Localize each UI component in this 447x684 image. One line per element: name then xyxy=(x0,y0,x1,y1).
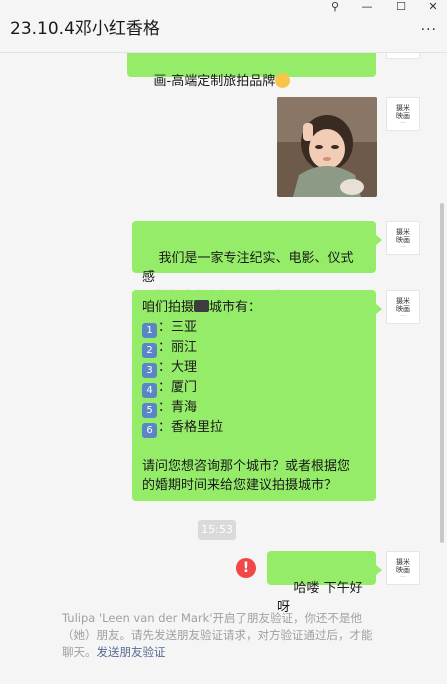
city-list-item: 2 ：丽江 xyxy=(142,338,366,358)
city-name: ：丽江 xyxy=(158,339,198,355)
avatar-text: —— xyxy=(400,244,406,248)
clapperboard-emoji-icon xyxy=(194,300,210,312)
friend-verification-notice: Tulipa 'Leen van der Mark'开启了朋友验证，你还不是他（… xyxy=(62,610,382,661)
avatar-text: 映画 xyxy=(396,305,410,313)
keycap-2-icon: 2 xyxy=(142,342,157,358)
keycap-5-icon: 5 xyxy=(142,402,157,418)
avatar-text: 摄米 xyxy=(396,104,410,112)
chat-title: 23.10.4邓小红香格 xyxy=(10,19,160,39)
city-list-item: 5 ：青海 xyxy=(142,398,366,418)
more-options-icon[interactable]: ··· xyxy=(421,22,437,38)
avatar-text: 摄米 xyxy=(396,228,410,236)
title-bar: 23.10.4邓小红香格 ⚲ — ☐ ✕ ··· xyxy=(0,0,447,53)
message-intro: 咱们拍摄 城市有： xyxy=(142,298,366,318)
message-bubble[interactable]: 画-高端定制旅拍品牌 xyxy=(127,53,376,89)
smile-emoji-icon xyxy=(275,72,291,88)
avatar-text: 摄米 xyxy=(396,558,410,566)
keycap-4-icon: 4 xyxy=(142,382,157,398)
message-bubble[interactable]: 我们是一家专注纪实、电影、仪式感 风格的定制化摄影工作室 xyxy=(132,221,382,305)
keycap-6-icon: 6 xyxy=(142,422,157,438)
avatar[interactable] xyxy=(386,53,420,59)
avatar-text: 映画 xyxy=(396,112,410,120)
city-name: ：厦门 xyxy=(158,379,198,395)
timestamp: 15:53 xyxy=(198,520,236,540)
avatar-text: 映画 xyxy=(396,236,410,244)
city-name: ：三亚 xyxy=(158,319,198,335)
city-list-item: 1 ：三亚 xyxy=(142,318,366,338)
message-text: 请问您想咨询那个城市？或者根据您 的婚期时间来给您建议拍摄城市？ xyxy=(142,458,351,494)
city-name: ：香格里拉 xyxy=(158,419,224,435)
maximize-icon[interactable]: ☐ xyxy=(390,0,412,14)
keycap-3-icon: 3 xyxy=(142,362,157,378)
city-name: ：青海 xyxy=(158,399,198,415)
message-bubble[interactable]: 哈喽 下午好呀 xyxy=(267,551,382,615)
keycap-1-icon: 1 xyxy=(142,322,157,338)
close-icon[interactable]: ✕ xyxy=(422,0,444,14)
avatar[interactable]: 摄米 映画 —— xyxy=(386,221,420,255)
minimize-icon[interactable]: — xyxy=(356,0,378,14)
city-list-item: 3 ：大理 xyxy=(142,358,366,378)
avatar[interactable]: 摄米 映画 —— xyxy=(386,97,420,131)
message-text: 画-高端定制旅拍品牌 xyxy=(153,73,276,89)
child-photo-image xyxy=(277,97,377,197)
avatar-text: 映画 xyxy=(396,566,410,574)
city-list-item: 6 ：香格里拉 xyxy=(142,418,366,438)
avatar[interactable]: 摄米 映画 —— xyxy=(386,551,420,585)
avatar-text: 摄米 xyxy=(396,297,410,305)
photo-message[interactable] xyxy=(277,97,377,197)
pin-icon[interactable]: ⚲ xyxy=(324,0,346,14)
avatar-text: —— xyxy=(400,120,406,124)
chat-area[interactable]: 画-高端定制旅拍品牌 摄米 映画 —— 我们是一家专注纪实、电影、仪式感 风格的… xyxy=(0,53,447,684)
message-text: 咱们拍摄 xyxy=(142,300,195,315)
send-failed-icon[interactable]: ! xyxy=(236,558,256,578)
avatar-text: —— xyxy=(400,574,406,578)
scrollbar[interactable] xyxy=(440,203,444,543)
avatar-text: —— xyxy=(400,313,406,317)
city-name: ：大理 xyxy=(158,359,198,375)
avatar[interactable]: 摄米 映画 —— xyxy=(386,290,420,324)
city-list-item: 4 ：厦门 xyxy=(142,378,366,398)
message-bubble[interactable]: 咱们拍摄 城市有： 1 ：三亚 2 ：丽江 3 ：大理 4 ：厦门 5 ：青海 6 ：香格里拉… xyxy=(132,290,382,501)
send-verification-link[interactable]: 发送朋友验证 xyxy=(97,645,166,659)
message-text: 城市有： xyxy=(209,300,262,315)
